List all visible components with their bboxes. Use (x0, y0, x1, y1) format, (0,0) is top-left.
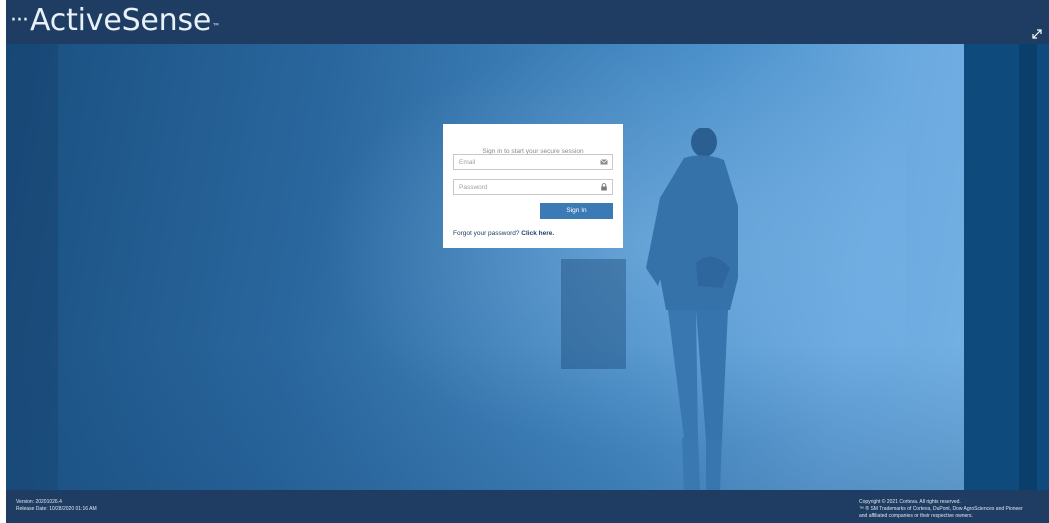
footer-version-info: Version: 20201026.4 Release Date: 10/28/… (16, 499, 97, 513)
forgot-password-text: Forgot your password? (453, 230, 520, 237)
forgot-password-link[interactable]: Click here. (521, 230, 554, 237)
background-pillar (1019, 44, 1037, 490)
trademarks-continued-text: and affiliated companies or their respec… (859, 513, 973, 519)
release-date-text: Release Date: 10/28/2020 01:16 AM (16, 506, 97, 512)
logo-text: ActiveSense (29, 3, 212, 38)
lock-icon (601, 183, 607, 191)
person-silhouette (646, 128, 738, 490)
background-floor (6, 344, 966, 490)
trademarks-text: ™ ® SM Trademarks of Corteva, DuPont, Do… (859, 506, 1023, 512)
footer: Version: 20201026.4 Release Date: 10/28/… (6, 490, 1049, 523)
login-screen: ···ActiveSense™ Sign in to start your se… (6, 0, 1049, 523)
background-photo (6, 44, 1049, 490)
envelope-icon (600, 159, 608, 165)
background-shadow-right (964, 44, 1049, 490)
version-text: Version: 20201026.4 (16, 499, 62, 505)
forgot-password: Forgot your password? Click here. (453, 230, 554, 237)
email-field[interactable] (453, 154, 613, 170)
footer-legal: Copyright © 2021 Corteva. All rights res… (859, 499, 1023, 520)
copyright-text: Copyright © 2021 Corteva. All rights res… (859, 499, 961, 505)
login-card: Sign in to start your secure session Sig… (443, 124, 623, 248)
password-field[interactable] (453, 179, 613, 195)
top-bar: ···ActiveSense™ (6, 0, 1049, 44)
email-input[interactable] (454, 155, 594, 169)
logo-dots: ··· (10, 8, 29, 33)
sign-in-button[interactable]: Sign In (540, 203, 613, 219)
password-input[interactable] (454, 180, 594, 194)
logo-trademark: ™ (212, 22, 220, 31)
activesense-logo: ···ActiveSense™ (10, 1, 220, 41)
expand-icon[interactable] (1032, 29, 1042, 39)
